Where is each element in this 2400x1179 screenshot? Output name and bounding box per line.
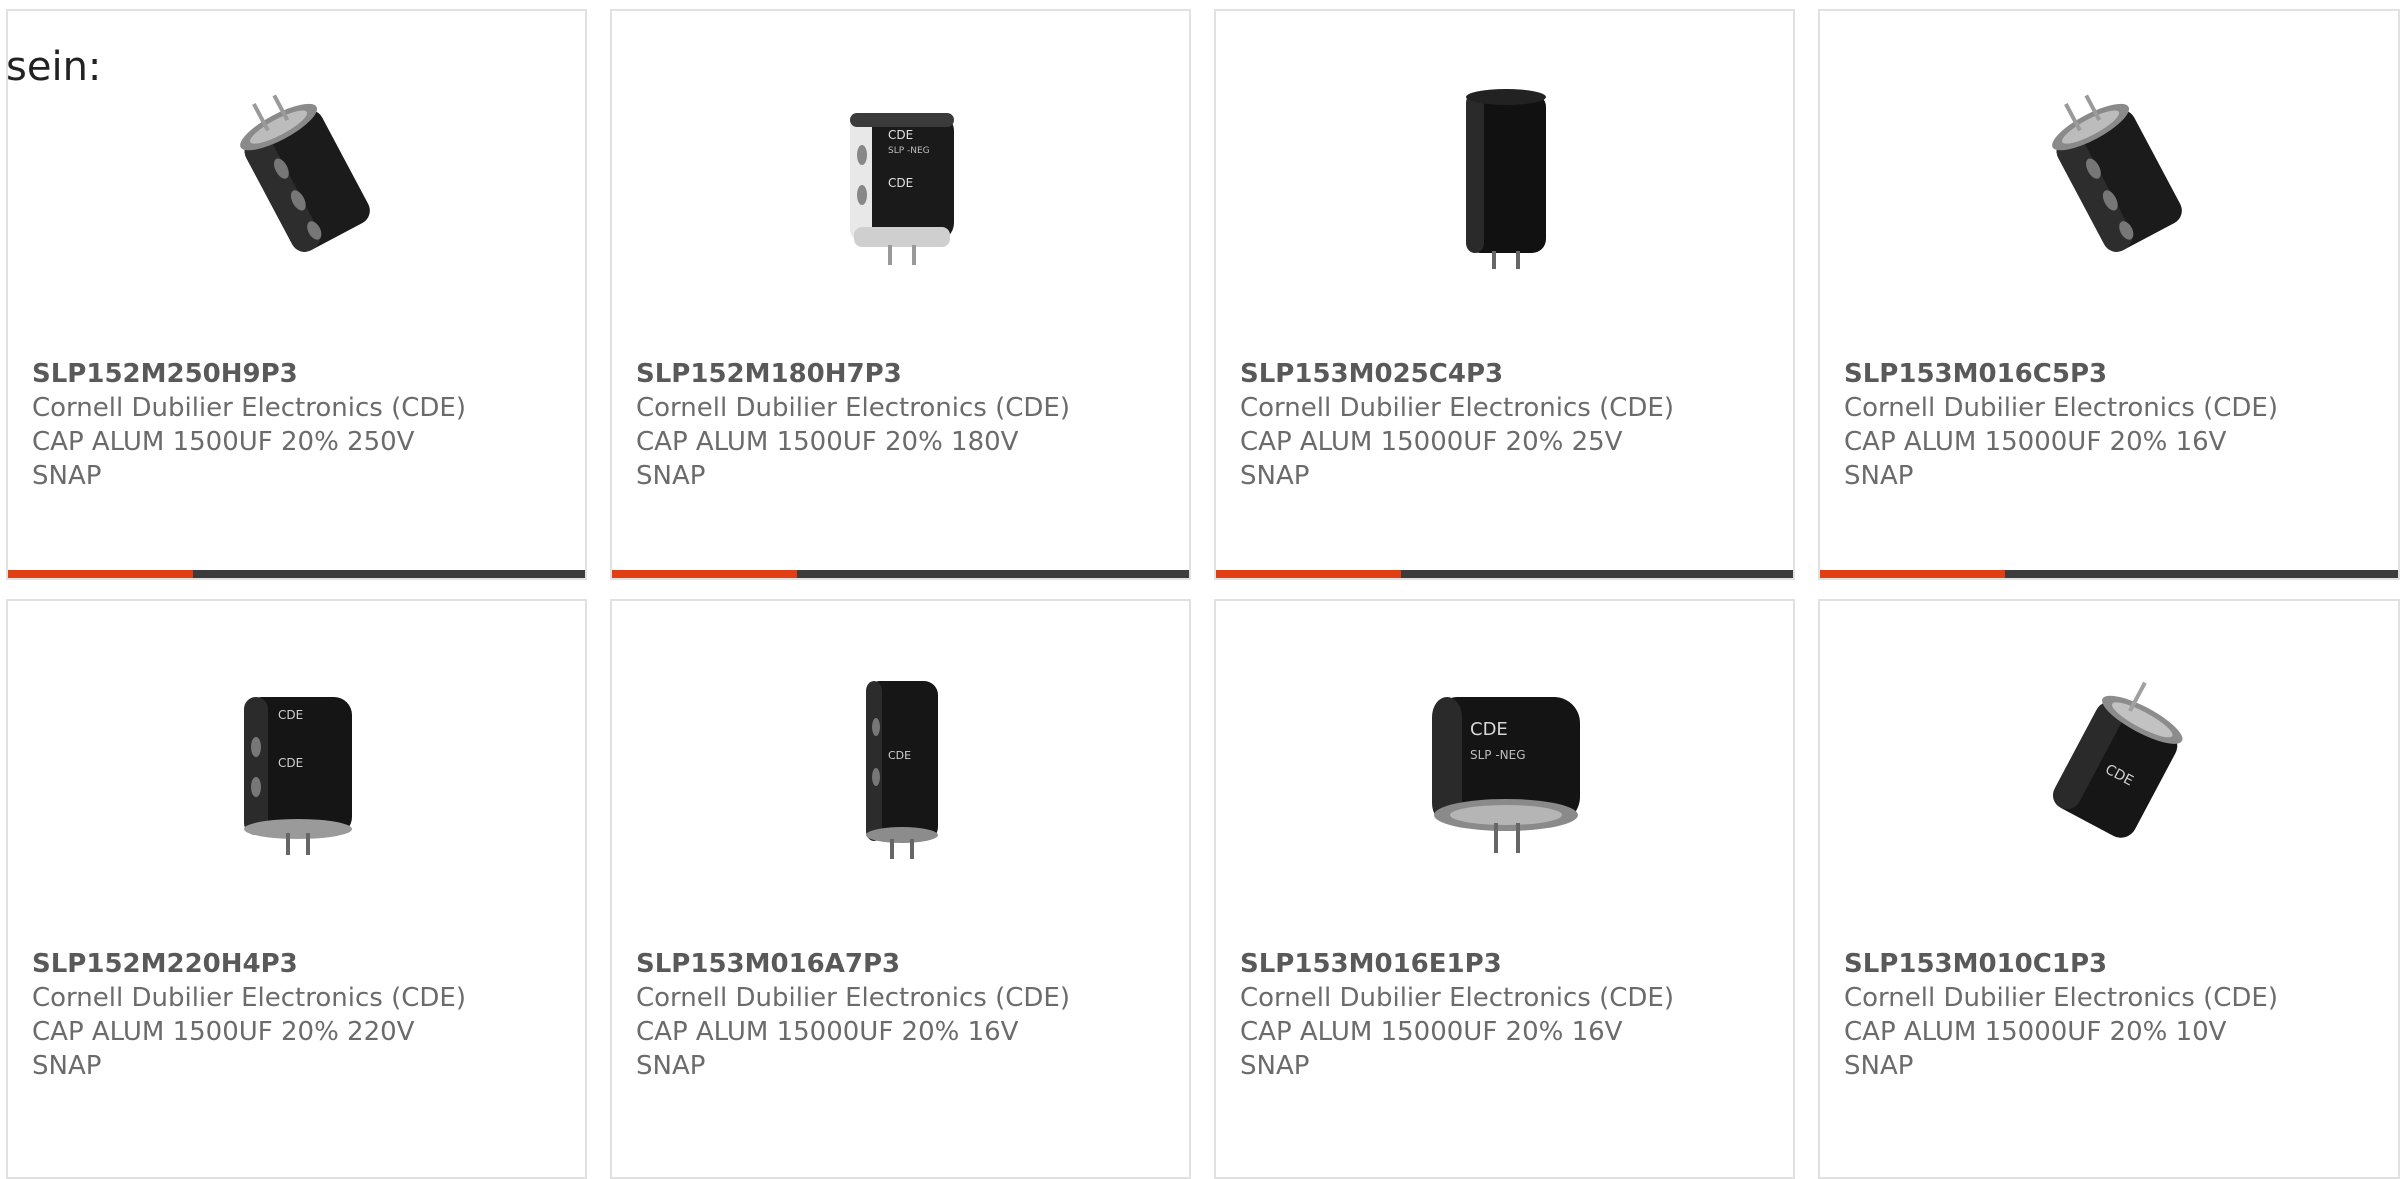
capacitor-upright-image: CDE SLP -NEG CDE — [850, 113, 954, 265]
description-package: SNAP — [1844, 1051, 1914, 1081]
svg-text:SLP -NEG: SLP -NEG — [888, 146, 930, 156]
capacitor-tall-image — [1466, 89, 1546, 269]
progress-fill — [612, 570, 797, 578]
intro-text: sein: — [6, 44, 102, 90]
svg-text:CDE: CDE — [888, 128, 913, 142]
manufacturer: Cornell Dubilier Electronics (CDE) — [1844, 393, 2278, 423]
description-package: SNAP — [1240, 1051, 1310, 1081]
progress-fill — [1820, 570, 2005, 578]
svg-text:CDE: CDE — [278, 756, 303, 770]
part-number[interactable]: SLP153M016C5P3 — [1844, 357, 2388, 391]
card-progress-bar — [8, 570, 585, 578]
manufacturer: Cornell Dubilier Electronics (CDE) — [32, 393, 466, 423]
svg-text:CDE: CDE — [888, 176, 913, 190]
part-number[interactable]: SLP153M016A7P3 — [636, 947, 1179, 981]
product-card[interactable]: CDE CDE SLP152M220H4P3 Cornell Dubilier … — [6, 599, 587, 1179]
manufacturer: Cornell Dubilier Electronics (CDE) — [1844, 983, 2278, 1013]
svg-text:CDE: CDE — [888, 749, 911, 762]
description: CAP ALUM 1500UF 20% 180V — [636, 427, 1019, 457]
progress-fill — [8, 570, 193, 578]
capacitor-tilted-image — [240, 94, 370, 252]
description-package: SNAP — [32, 461, 102, 491]
product-card[interactable]: SLP153M016C5P3 Cornell Dubilier Electron… — [1818, 9, 2400, 580]
product-card[interactable]: CDE SLP153M016A7P3 Cornell Dubilier Elec… — [610, 599, 1191, 1179]
product-card[interactable]: SLP153M025C4P3 Cornell Dubilier Electron… — [1214, 9, 1795, 580]
manufacturer: Cornell Dubilier Electronics (CDE) — [636, 983, 1070, 1013]
description: CAP ALUM 15000UF 20% 16V — [1240, 1017, 1623, 1047]
description-package: SNAP — [1240, 461, 1310, 491]
part-number[interactable]: SLP153M010C1P3 — [1844, 947, 2388, 981]
product-card[interactable]: CDE SLP -NEG SLP153M016E1P3 Cornell Dubi… — [1214, 599, 1795, 1179]
part-number[interactable]: SLP152M220H4P3 — [32, 947, 575, 981]
description: CAP ALUM 15000UF 20% 16V — [636, 1017, 1019, 1047]
card-progress-bar — [1820, 570, 2398, 578]
part-number[interactable]: SLP152M250H9P3 — [32, 357, 575, 391]
product-card[interactable]: CDE SLP153M010C1P3 Cornell Dubilier Elec… — [1818, 599, 2400, 1179]
card-progress-bar — [612, 570, 1189, 578]
description: CAP ALUM 1500UF 20% 250V — [32, 427, 415, 457]
part-number[interactable]: SLP153M016E1P3 — [1240, 947, 1783, 981]
progress-fill — [1216, 570, 1401, 578]
description-package: SNAP — [1844, 461, 1914, 491]
product-card[interactable]: CDE SLP -NEG CDE SLP152M180H7P3 Cornell … — [610, 9, 1191, 580]
description-package: SNAP — [636, 461, 706, 491]
svg-text:CDE: CDE — [1470, 719, 1508, 740]
part-number[interactable]: SLP153M025C4P3 — [1240, 357, 1783, 391]
description: CAP ALUM 1500UF 20% 220V — [32, 1017, 415, 1047]
description: CAP ALUM 15000UF 20% 25V — [1240, 427, 1623, 457]
svg-text:CDE: CDE — [278, 708, 303, 722]
description-package: SNAP — [636, 1051, 706, 1081]
part-number[interactable]: SLP152M180H7P3 — [636, 357, 1179, 391]
manufacturer: Cornell Dubilier Electronics (CDE) — [1240, 983, 1674, 1013]
manufacturer: Cornell Dubilier Electronics (CDE) — [1240, 393, 1674, 423]
manufacturer: Cornell Dubilier Electronics (CDE) — [636, 393, 1070, 423]
description: CAP ALUM 15000UF 20% 10V — [1844, 1017, 2227, 1047]
capacitor-upright-image: CDE CDE — [244, 697, 352, 855]
svg-text:SLP -NEG: SLP -NEG — [1470, 748, 1526, 762]
capacitor-tilted-image: CDE — [2052, 681, 2183, 838]
manufacturer: Cornell Dubilier Electronics (CDE) — [32, 983, 466, 1013]
capacitor-tall-image: CDE — [866, 681, 938, 859]
description: CAP ALUM 15000UF 20% 16V — [1844, 427, 2227, 457]
capacitor-wide-image: CDE SLP -NEG — [1432, 697, 1580, 853]
capacitor-tilted-image — [2052, 94, 2182, 252]
description-package: SNAP — [32, 1051, 102, 1081]
card-progress-bar — [1216, 570, 1793, 578]
